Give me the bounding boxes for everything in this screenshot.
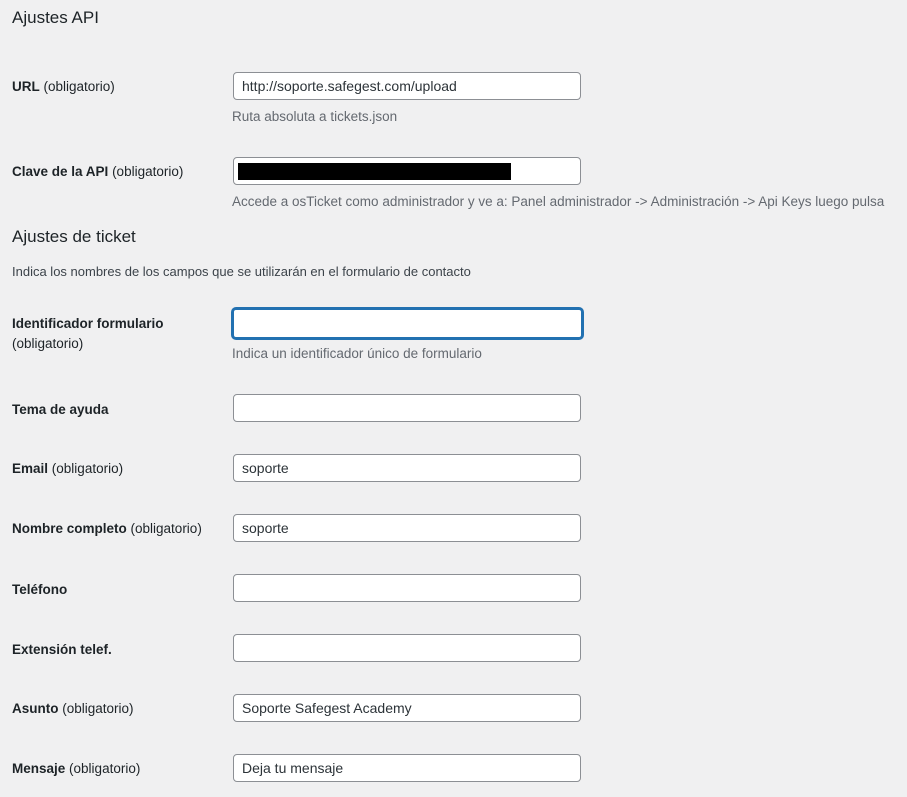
phone-label-text: Teléfono	[12, 582, 68, 597]
phone-ext-label: Extensión telef.	[12, 640, 217, 660]
subject-label: Asunto (obligatorio)	[12, 699, 217, 719]
form-id-description: Indica un identificador único de formula…	[232, 346, 482, 361]
full-name-label-text: Nombre completo	[12, 521, 127, 536]
help-topic-label-text: Tema de ayuda	[12, 402, 109, 417]
subject-required-text: (obligatorio)	[62, 701, 134, 716]
email-label: Email (obligatorio)	[12, 459, 217, 479]
subject-input[interactable]	[233, 694, 581, 722]
api-key-required-text: (obligatorio)	[112, 164, 184, 179]
email-label-text: Email	[12, 461, 49, 476]
api-settings-heading: Ajustes API	[12, 8, 99, 27]
api-key-redaction	[238, 163, 511, 180]
url-description: Ruta absoluta a tickets.json	[232, 109, 398, 124]
phone-label: Teléfono	[12, 580, 217, 600]
form-id-label: Identificador formulario (obligatorio)	[12, 314, 217, 354]
help-topic-label: Tema de ayuda	[12, 400, 217, 420]
full-name-required-text: (obligatorio)	[130, 521, 202, 536]
message-label: Mensaje (obligatorio)	[12, 759, 217, 779]
email-required-text: (obligatorio)	[51, 461, 124, 476]
message-label-text: Mensaje	[12, 761, 66, 776]
help-topic-input[interactable]	[233, 394, 581, 422]
message-input[interactable]	[233, 754, 581, 782]
api-key-description: Accede a osTicket como administrador y v…	[232, 194, 885, 209]
form-id-input[interactable]	[232, 308, 583, 339]
settings-page: Ajustes API URL (obligatorio) Ruta absol…	[0, 0, 907, 797]
url-required-text: (obligatorio)	[43, 79, 115, 94]
message-required-text: (obligatorio)	[69, 761, 141, 776]
subject-label-text: Asunto	[12, 701, 59, 716]
ticket-settings-intro: Indica los nombres de los campos que se …	[12, 264, 471, 279]
url-label-text: URL	[12, 79, 40, 94]
api-key-label: Clave de la API (obligatorio)	[12, 162, 217, 182]
phone-ext-label-text: Extensión telef.	[12, 642, 112, 657]
form-id-label-text: Identificador formulario	[12, 316, 164, 331]
full-name-label: Nombre completo (obligatorio)	[12, 519, 217, 539]
phone-input[interactable]	[233, 574, 581, 602]
phone-ext-input[interactable]	[233, 634, 581, 662]
ticket-settings-heading: Ajustes de ticket	[12, 227, 136, 246]
api-key-label-text: Clave de la API	[12, 164, 109, 179]
url-input[interactable]	[233, 72, 581, 100]
form-id-required-text: (obligatorio)	[12, 336, 84, 351]
full-name-input[interactable]	[233, 514, 581, 542]
url-label: URL (obligatorio)	[12, 77, 217, 97]
email-input[interactable]	[233, 454, 581, 482]
